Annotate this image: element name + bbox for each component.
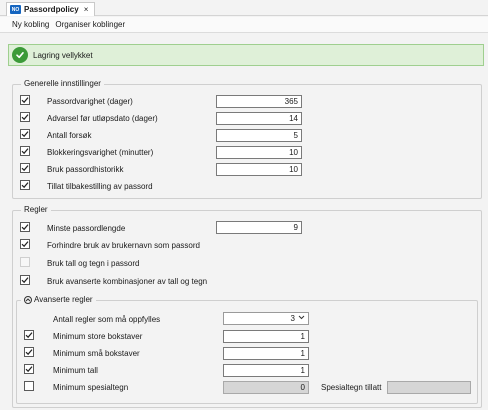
label-spesialtegn-tillatt: Spesialtegn tillatt [321, 383, 382, 392]
menu-bar: Ny kobling Organiser koblinger [0, 17, 488, 33]
checkbox-store-bokstaver[interactable] [24, 330, 34, 340]
label-spesialtegn: Minimum spesialtegn [53, 383, 129, 392]
label-minimum-tall: Minimum tall [53, 366, 98, 375]
advanced-rules-group: Avanserte regler Antall regler som må op… [16, 295, 478, 404]
tab-title: Passordpolicy [24, 5, 79, 14]
checkmark-icon [25, 332, 33, 339]
content-area: Lagring vellykket Generelle innstillinge… [0, 34, 488, 410]
advanced-rules-toggle[interactable]: Avanserte regler [21, 295, 96, 304]
select-antall-regler-value: 3 [290, 314, 295, 323]
label-antall-regler: Antall regler som må oppfylles [53, 315, 161, 324]
input-passordvarighet[interactable]: 365 [216, 95, 302, 108]
checkbox-avanserte-kombinasjoner[interactable] [20, 275, 30, 285]
rules-group: Regler Minste passordlengde 9 Forhindre … [12, 205, 482, 408]
label-blokkeringsvarighet: Blokkeringsvarighet (minutter) [47, 148, 154, 157]
checkbox-tall-og-tegn[interactable] [20, 257, 30, 267]
rules-legend: Regler [21, 205, 51, 214]
checkbox-forhindre-brukernavn[interactable] [20, 239, 30, 249]
label-minste-passordlengde: Minste passordlengde [47, 224, 126, 233]
input-spesialtegn: 0 [223, 381, 309, 394]
input-advarsel[interactable]: 14 [216, 112, 302, 125]
label-store-bokstaver: Minimum store bokstaver [53, 332, 143, 341]
checkbox-sma-bokstaver[interactable] [24, 347, 34, 357]
checkmark-icon [25, 366, 33, 373]
checkmark-icon [21, 131, 29, 138]
checkmark-icon [21, 241, 29, 248]
input-spesialtegn-tillatt [387, 381, 471, 394]
advanced-rules-legend: Avanserte regler [34, 295, 93, 304]
success-banner: Lagring vellykket [8, 44, 484, 66]
checkbox-minste-passordlengde[interactable] [20, 222, 30, 232]
checkbox-blokkeringsvarighet[interactable] [20, 146, 30, 156]
checkbox-spesialtegn[interactable] [24, 381, 34, 391]
label-tall-og-tegn: Bruk tall og tegn i passord [47, 259, 140, 268]
check-circle-icon [12, 47, 28, 63]
checkbox-passordhistorikk[interactable] [20, 163, 30, 173]
label-sma-bokstaver: Minimum små bokstaver [53, 349, 140, 358]
checkmark-icon [21, 224, 29, 231]
checkmark-icon [25, 349, 33, 356]
checkmark-icon [21, 277, 29, 284]
checkbox-tilbakestilling[interactable] [20, 180, 30, 190]
label-advarsel: Advarsel før utløpsdato (dager) [47, 114, 158, 123]
input-sma-bokstaver[interactable]: 1 [223, 347, 309, 360]
input-blokkeringsvarighet[interactable]: 10 [216, 146, 302, 159]
app-logo-icon: NO [10, 5, 21, 14]
input-minimum-tall[interactable]: 1 [223, 364, 309, 377]
menu-item-ny-kobling[interactable]: Ny kobling [12, 20, 49, 29]
chevron-down-icon [298, 315, 305, 322]
menu-item-organiser-koblinger[interactable]: Organiser koblinger [55, 20, 125, 29]
tab-strip: NO Passordpolicy × [0, 0, 488, 16]
checkmark-icon [21, 148, 29, 155]
checkmark-icon [21, 114, 29, 121]
checkbox-minimum-tall[interactable] [24, 364, 34, 374]
label-antall-forsok: Antall forsøk [47, 131, 92, 140]
select-antall-regler[interactable]: 3 [223, 312, 309, 325]
checkbox-passordvarighet[interactable] [20, 95, 30, 105]
label-passordvarighet: Passordvarighet (dager) [47, 97, 133, 106]
general-settings-legend: Generelle innstillinger [21, 79, 104, 88]
collapse-chevron-up-icon [24, 295, 32, 304]
label-tilbakestilling: Tillat tilbakestilling av passord [47, 182, 153, 191]
input-passordhistorikk[interactable]: 10 [216, 163, 302, 176]
label-passordhistorikk: Bruk passordhistorikk [47, 165, 124, 174]
checkmark-icon [21, 97, 29, 104]
checkbox-advarsel[interactable] [20, 112, 30, 122]
checkmark-icon [21, 182, 29, 189]
input-store-bokstaver[interactable]: 1 [223, 330, 309, 343]
success-message: Lagring vellykket [33, 50, 93, 60]
label-forhindre-brukernavn: Forhindre bruk av brukernavn som passord [47, 241, 200, 250]
general-settings-group: Generelle innstillinger Passordvarighet … [12, 79, 482, 199]
checkmark-icon [21, 165, 29, 172]
tab-passordpolicy[interactable]: NO Passordpolicy × [6, 2, 96, 16]
label-avanserte-kombinasjoner: Bruk avanserte kombinasjoner av tall og … [47, 277, 208, 286]
input-antall-forsok[interactable]: 5 [216, 129, 302, 142]
checkbox-antall-forsok[interactable] [20, 129, 30, 139]
input-minste-passordlengde[interactable]: 9 [216, 221, 302, 234]
close-icon[interactable]: × [84, 5, 89, 14]
